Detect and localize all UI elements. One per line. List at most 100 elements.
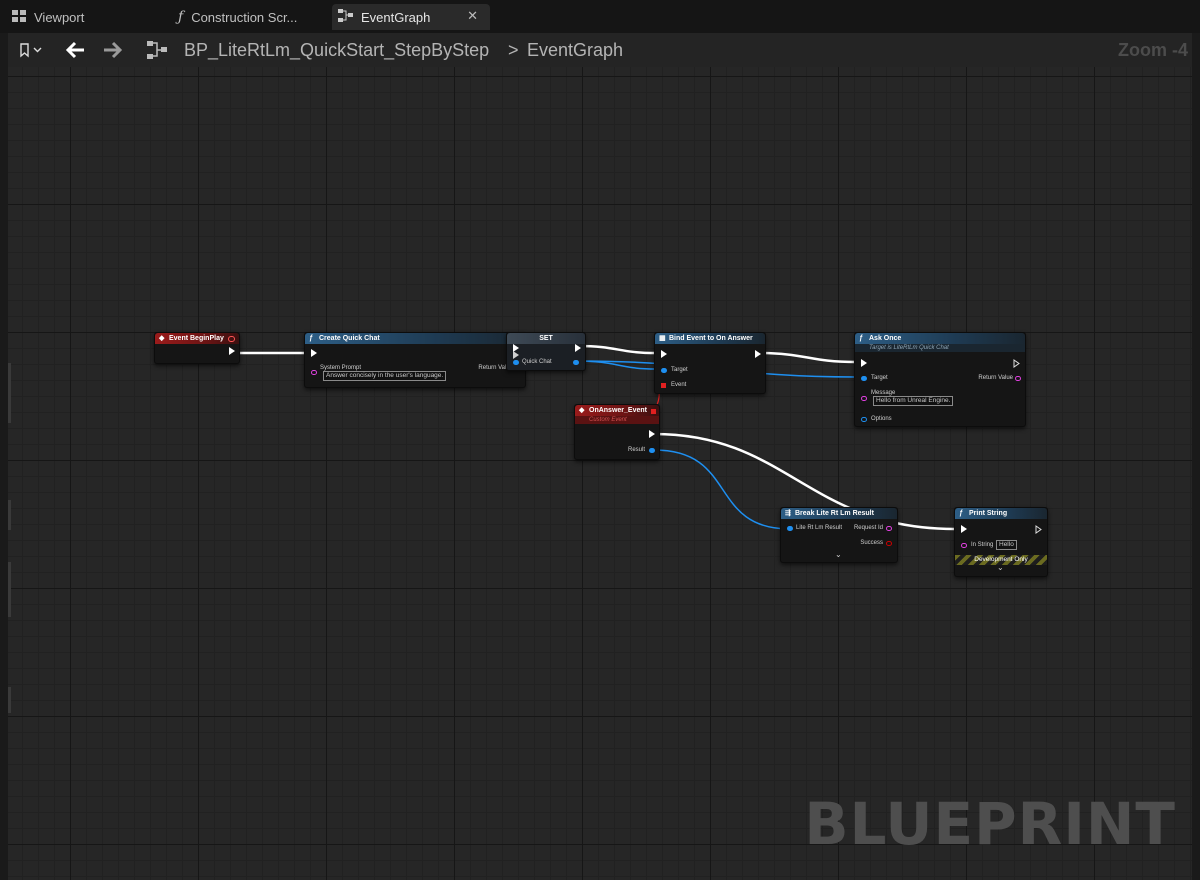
tab-construction-script[interactable]: ƒ Construction Scr... [166,4,326,30]
blueprint-graph-icon [144,38,170,62]
string-pin[interactable] [861,396,867,401]
node-header: ◆ OnAnswer_Event [575,405,659,416]
tab-viewport[interactable]: Viewport [0,4,160,30]
node-header: ⇶ Break Lite Rt Lm Result [781,508,897,519]
breadcrumb-separator: > [508,40,519,60]
pin-label: Request Id [853,525,883,531]
delegate-out-pin[interactable] [651,409,656,414]
node-title: OnAnswer_Event [589,407,647,414]
blueprint-watermark: BLUEPRINT [804,790,1176,858]
node-set-variable[interactable]: SET Quick Chat [506,332,586,371]
forward-button[interactable] [98,38,128,62]
string-pin[interactable] [311,370,317,375]
struct-out-pin[interactable] [649,448,655,453]
pin-label: Return Value [978,375,1013,381]
pin-label: Event [671,382,687,388]
exec-out-pin[interactable] [649,430,655,438]
zoom-level: Zoom -4 [1118,40,1188,60]
close-icon[interactable]: ✕ [467,8,478,24]
function-icon: ƒ [959,510,963,517]
node-title: Break Lite Rt Lm Result [795,510,874,517]
exec-in-pin[interactable] [861,359,867,367]
system-prompt-input[interactable]: Answer concisely in the user's language. [323,371,447,381]
message-input[interactable]: Hello from Unreal Engine. [873,396,954,406]
node-create-quick-chat[interactable]: ƒ Create Quick Chat System Prompt Answer … [304,332,526,388]
node-bind-event[interactable]: ▦ Bind Event to On Answer Target Event [654,332,766,394]
node-onanswer-event[interactable]: ◆ OnAnswer_Event Custom Event Result [574,404,660,460]
string-out-pin[interactable] [886,526,892,531]
node-header: ƒ Print String [955,508,1047,519]
node-title: Bind Event to On Answer [669,335,753,342]
string-out-pin[interactable] [1015,376,1021,381]
event-icon: ◆ [579,407,585,414]
wires-layer [231,344,956,531]
node-title: Create Quick Chat [319,335,380,342]
exec-out-pin-icon [1013,359,1020,368]
node-header: ▦ Bind Event to On Answer [655,333,765,344]
exec-in-pin[interactable] [661,350,667,358]
node-header: ◆ Event BeginPlay [155,333,239,344]
graph-icon [338,9,353,25]
string-pin[interactable] [961,543,967,548]
exec-out-pin[interactable] [575,344,581,352]
delegate-in-pin[interactable] [661,383,666,388]
exec-in-pin[interactable] [311,349,317,357]
object-wire [653,449,791,530]
arrow-right-icon [104,41,123,59]
object-in-pin[interactable] [861,376,867,381]
tab-eventgraph[interactable]: EventGraph ✕ [332,4,490,30]
pin-label: Result [627,447,645,453]
pin-label: Quick Chat [522,359,552,365]
pin-label: Success [860,540,883,546]
exec-in-pin[interactable] [961,525,967,533]
node-title: SET [539,335,553,342]
node-title: Ask Once [869,335,902,342]
node-subtitle: Custom Event [575,416,659,424]
expand-chevron-icon[interactable]: ⌄ [997,564,1004,572]
exec-wire [577,344,657,355]
expand-chevron-icon[interactable]: ⌄ [835,551,842,559]
graph-toolbar: BP_LiteRtLm_QuickStart_StepByStep > Even… [8,33,1192,67]
object-in-pin[interactable] [661,368,667,373]
pin-label: Target [671,367,688,373]
viewport-grid-icon [12,9,26,25]
node-event-beginplay[interactable]: ◆ Event BeginPlay [154,332,240,364]
break-icon: ⇶ [785,510,791,517]
delegate-pin[interactable] [228,336,235,342]
node-break-result[interactable]: ⇶ Break Lite Rt Lm Result Lite Rt Lm Resu… [780,507,898,563]
in-string-input[interactable]: Hello [996,540,1017,550]
node-header: ƒ Create Quick Chat [305,333,525,344]
node-subtitle: Target is LiteRtLm Quick Chat [855,344,1025,352]
node-ask-once[interactable]: ƒ Ask Once Target is LiteRtLm Quick Chat … [854,332,1026,427]
bind-icon: ▦ [659,335,666,342]
exec-out-pin[interactable] [755,350,761,358]
struct-in-pin[interactable] [787,526,793,531]
object-in-pin[interactable] [513,360,519,365]
node-title: Print String [969,510,1008,517]
function-icon: ƒ [859,335,863,342]
function-icon: ƒ [178,9,184,25]
exec-in-pin[interactable] [513,351,519,359]
event-icon: ◆ [159,335,165,342]
breadcrumb-blueprint[interactable]: BP_LiteRtLm_QuickStart_StepByStep [184,37,489,63]
pin-label: Lite Rt Lm Result [796,525,843,531]
node-header: SET [507,333,585,344]
document-tab-bar: Viewport ƒ Construction Scr... EventGrap… [0,0,1200,33]
back-button[interactable] [60,38,90,62]
tab-label: EventGraph [361,9,431,25]
node-header: ƒ Ask Once [855,333,1025,344]
pin-label: Target [871,375,888,381]
exec-out-pin-icon[interactable] [1035,525,1042,534]
graph-canvas[interactable]: ◆ Event BeginPlay ƒ Create Quick Chat Syst… [8,67,1192,880]
pin-label: Options [871,416,892,422]
object-out-pin[interactable] [573,360,579,365]
node-title: Event BeginPlay [169,335,224,342]
node-print-string[interactable]: ƒ Print String In String Hello Developmen… [954,507,1048,577]
exec-out-pin[interactable] [229,347,235,355]
bool-out-pin[interactable] [886,541,892,546]
tab-label: Construction Scr... [191,9,298,25]
breadcrumb-graph[interactable]: EventGraph [527,37,623,63]
struct-in-pin[interactable] [861,417,867,422]
tab-label: Viewport [34,9,85,25]
bookmark-dropdown-button[interactable] [14,38,48,62]
